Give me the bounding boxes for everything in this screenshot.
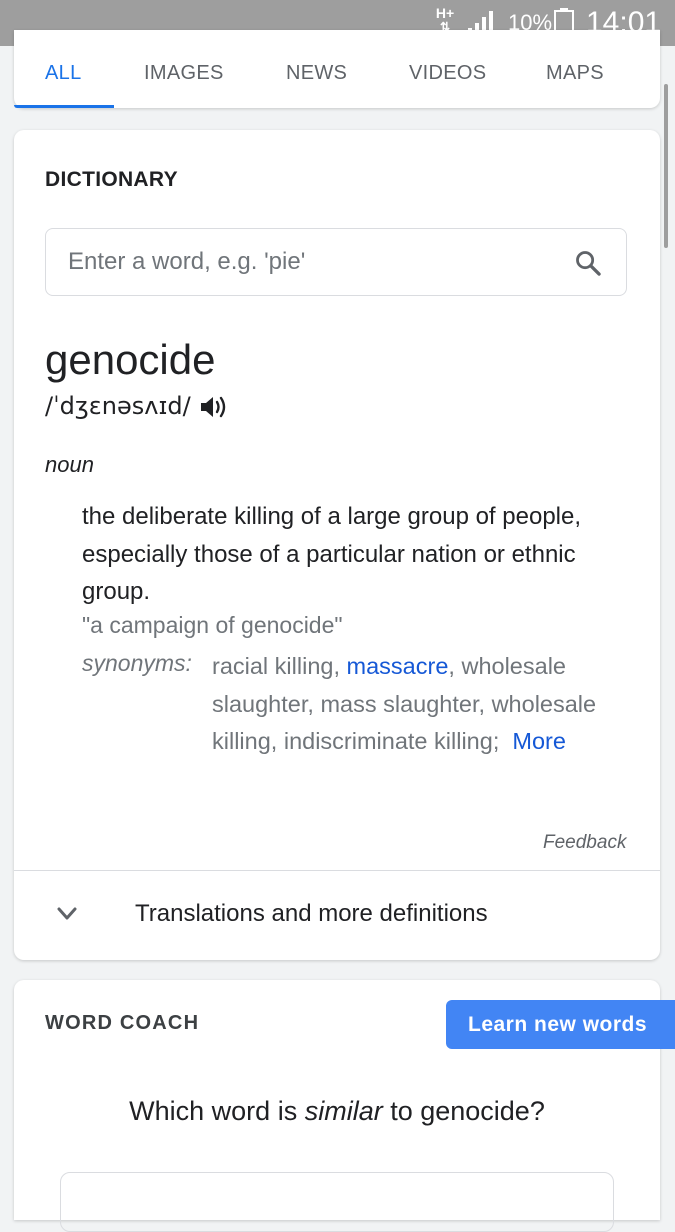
- translations-and-more-definitions[interactable]: Translations and more definitions: [135, 900, 488, 928]
- tab-videos[interactable]: VIDEOS: [409, 62, 486, 85]
- learn-new-words-button[interactable]: Learn new words: [446, 1000, 675, 1049]
- synonym: mass slaughter: [320, 690, 479, 717]
- search-tabs: ALL IMAGES NEWS VIDEOS MAPS: [14, 30, 660, 108]
- scrollbar[interactable]: [664, 84, 668, 248]
- definition-text: the deliberate killing of a large group …: [82, 503, 582, 605]
- question-prefix: Which word is: [129, 1096, 305, 1126]
- dictionary-title: DICTIONARY: [45, 168, 178, 191]
- synonyms-label: synonyms:: [82, 650, 192, 676]
- synonym: indiscriminate killing: [283, 728, 493, 754]
- question-suffix: to genocide?: [382, 1096, 545, 1126]
- network-type: H+: [435, 5, 455, 21]
- dictionary-card: DICTIONARY genocide /ˈdʒɛnəsʌɪd/ noun th…: [14, 130, 660, 960]
- tab-images[interactable]: IMAGES: [144, 62, 224, 85]
- feedback-link[interactable]: Feedback: [543, 832, 626, 854]
- chevron-down-icon[interactable]: [56, 906, 78, 922]
- more-synonyms-link[interactable]: More: [512, 728, 566, 754]
- tab-maps[interactable]: MAPS: [546, 62, 604, 85]
- synonym-link-massacre[interactable]: massacre: [347, 653, 449, 679]
- pronunciation: /ˈdʒɛnəsʌɪd/: [45, 392, 191, 420]
- tab-news[interactable]: NEWS: [286, 62, 347, 85]
- speaker-icon[interactable]: [200, 394, 228, 420]
- divider: [14, 870, 660, 871]
- headword: genocide: [45, 336, 216, 383]
- active-tab-indicator: [14, 105, 114, 108]
- example-sentence: "a campaign of genocide": [82, 612, 343, 638]
- search-icon[interactable]: [574, 249, 602, 277]
- part-of-speech: noun: [45, 452, 94, 477]
- coach-question: Which word is similar to genocide?: [14, 1096, 660, 1127]
- dictionary-search-box[interactable]: [45, 228, 627, 296]
- word-coach-card: WORD COACH Learn new words Which word is…: [14, 980, 675, 1232]
- word-coach-title: WORD COACH: [45, 1012, 200, 1034]
- dictionary-search-input[interactable]: [68, 229, 548, 295]
- synonyms-list: racial killing, massacre, wholesale slau…: [212, 653, 597, 754]
- tab-all[interactable]: ALL: [45, 62, 82, 85]
- answer-option[interactable]: [60, 1172, 614, 1232]
- question-emphasis: similar: [304, 1096, 383, 1126]
- synonym: racial killing: [212, 653, 334, 679]
